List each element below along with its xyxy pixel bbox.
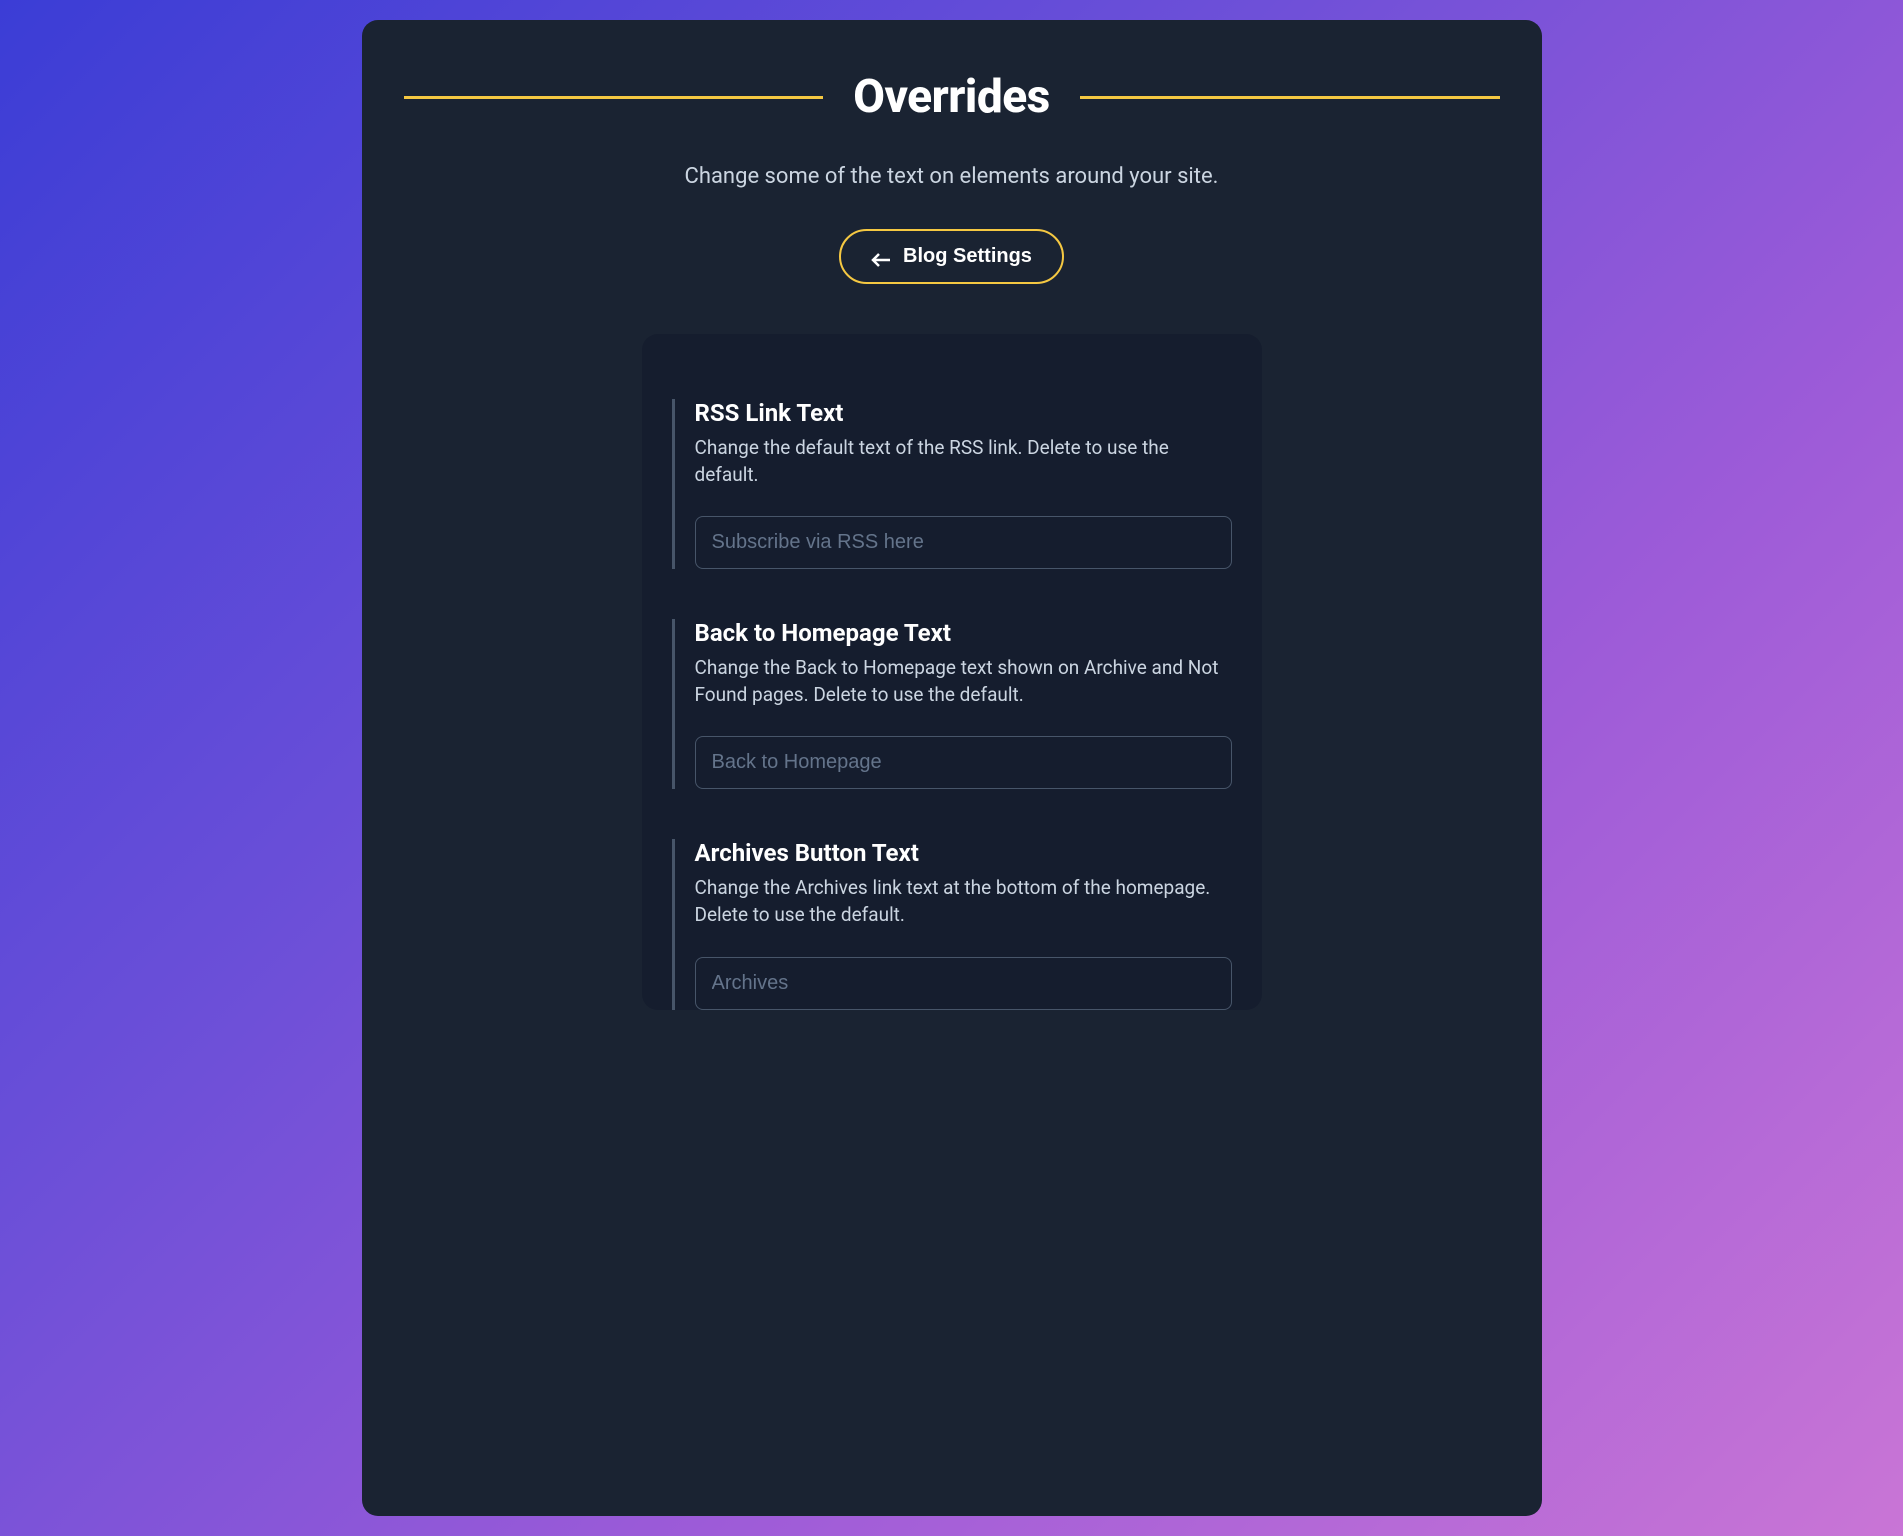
- setting-description-rss: Change the default text of the RSS link.…: [695, 435, 1232, 488]
- setting-group-homepage: Back to Homepage Text Change the Back to…: [672, 619, 1232, 789]
- setting-group-archives: Archives Button Text Change the Archives…: [672, 839, 1232, 1009]
- setting-group-rss: RSS Link Text Change the default text of…: [672, 399, 1232, 569]
- setting-title-archives: Archives Button Text: [695, 839, 1232, 867]
- settings-card: RSS Link Text Change the default text of…: [642, 334, 1262, 1010]
- setting-title-homepage: Back to Homepage Text: [695, 619, 1232, 647]
- back-to-homepage-text-input[interactable]: [695, 736, 1232, 789]
- divider-left: [404, 96, 824, 99]
- setting-description-homepage: Change the Back to Homepage text shown o…: [695, 655, 1232, 708]
- divider-right: [1080, 96, 1500, 99]
- archives-button-text-input[interactable]: [695, 957, 1232, 1010]
- setting-title-rss: RSS Link Text: [695, 399, 1232, 427]
- blog-settings-button[interactable]: Blog Settings: [839, 229, 1064, 284]
- title-row: Overrides: [404, 70, 1500, 124]
- page-title: Overrides: [853, 70, 1050, 124]
- rss-link-text-input[interactable]: [695, 516, 1232, 569]
- page-subtitle: Change some of the text on elements arou…: [404, 164, 1500, 189]
- arrow-left-icon: [871, 250, 891, 264]
- header-section: Overrides Change some of the text on ele…: [404, 70, 1500, 284]
- back-button-label: Blog Settings: [903, 245, 1032, 268]
- setting-description-archives: Change the Archives link text at the bot…: [695, 875, 1232, 928]
- main-panel: Overrides Change some of the text on ele…: [362, 20, 1542, 1516]
